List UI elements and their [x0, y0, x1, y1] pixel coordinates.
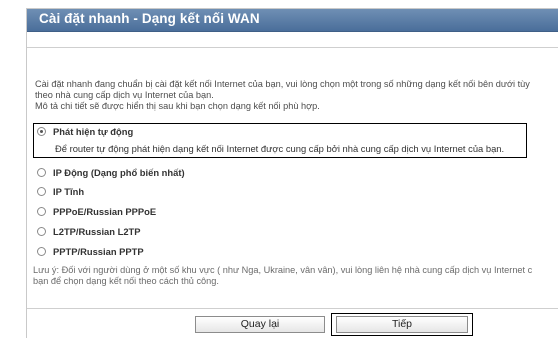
description-line: Mô tả chi tiết sẽ được hiển thị sau khi … [35, 100, 320, 111]
option-description: Để router tự động phát hiện dạng kết nối… [55, 143, 505, 154]
next-button[interactable]: Tiếp [336, 316, 468, 333]
option-label: PPPoE/Russian PPPoE [53, 205, 157, 217]
back-button[interactable]: Quay lại [195, 316, 325, 333]
radio-button[interactable] [37, 246, 46, 256]
note-line: bạn để chọn dạng kết nối theo cách thủ c… [33, 276, 219, 286]
title-divider [27, 47, 558, 48]
title-bar: Cài đặt nhanh - Dạng kết nối WAN [27, 9, 558, 32]
radio-button[interactable] [37, 226, 46, 236]
footer-divider [27, 308, 558, 309]
option-auto-detect[interactable]: Phát hiện tự động [37, 124, 133, 138]
option-label: PPTP/Russian PPTP [53, 245, 144, 257]
description-line: Cài đặt nhanh đang chuẩn bị cài đặt kết … [35, 79, 530, 89]
option-l2tp[interactable]: L2TP/Russian L2TP [37, 224, 141, 238]
radio-button[interactable] [37, 186, 46, 196]
option-label: Phát hiện tự động [53, 125, 134, 137]
radio-button[interactable] [37, 206, 46, 216]
note: Lưu ý: Đối với người dùng ở một số khu v… [33, 265, 558, 287]
option-dynamic-ip[interactable]: IP Động (Dạng phổ biến nhất) [37, 165, 185, 179]
radio-button[interactable] [37, 167, 46, 177]
option-label: L2TP/Russian L2TP [53, 225, 141, 237]
radio-button-checked[interactable] [37, 126, 46, 136]
option-pppoe[interactable]: PPPoE/Russian PPPoE [37, 204, 156, 218]
option-label: IP Tĩnh [53, 185, 85, 197]
page-title: Cài đặt nhanh - Dạng kết nối WAN [39, 11, 260, 26]
description-line: theo nhà cung cấp dịch vụ Internet của b… [35, 89, 214, 100]
option-pptp[interactable]: PPTP/Russian PPTP [37, 244, 144, 258]
option-static-ip[interactable]: IP Tĩnh [37, 184, 84, 198]
option-label: IP Động (Dạng phổ biến nhất) [53, 166, 185, 178]
description: Cài đặt nhanh đang chuẩn bị cài đặt kết … [35, 79, 558, 111]
note-line: Lưu ý: Đối với người dùng ở một số khu v… [33, 265, 533, 275]
